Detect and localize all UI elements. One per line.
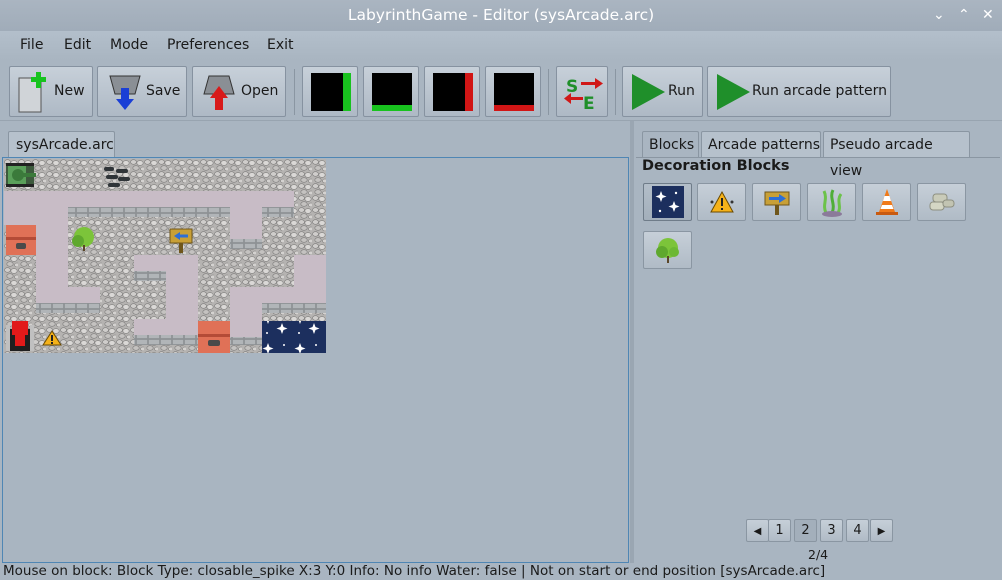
window-title: LabyrinthGame - Editor (sysArcade.arc)	[347, 6, 655, 24]
chevron-right-icon: ▶	[877, 526, 886, 537]
block-stones[interactable]	[917, 183, 966, 221]
run-arcade-pattern-button[interactable]: Run arcade pattern	[707, 66, 891, 117]
status-text: Mouse on block: Block Type: closable_spi…	[3, 563, 826, 579]
open-button-label: Open	[241, 83, 279, 99]
wall-bottom-green-button[interactable]	[363, 66, 419, 117]
wall-bottom-green-icon	[372, 73, 412, 111]
tab-arcade-patterns-label: Arcade patterns	[708, 137, 820, 153]
tab-sysarcade[interactable]: sysArcade.arc	[8, 131, 115, 158]
save-button-label: Save	[146, 83, 181, 99]
svg-text:E: E	[583, 94, 595, 114]
page-4-button[interactable]: 4	[846, 519, 869, 542]
block-arrow-signpost[interactable]	[752, 183, 801, 221]
run-arcade-pattern-label: Run arcade pattern	[752, 83, 887, 99]
page-next-button[interactable]: ▶	[870, 519, 893, 542]
page-3-button[interactable]: 3	[820, 519, 843, 542]
tab-arcade-patterns[interactable]: Arcade patterns	[701, 131, 821, 157]
block-bush[interactable]	[643, 231, 692, 269]
minimize-icon[interactable]: ⌄	[933, 0, 947, 31]
labyrinth-map[interactable]	[4, 159, 326, 353]
wall-bottom-red-button[interactable]	[485, 66, 541, 117]
play-icon	[632, 74, 665, 110]
open-button[interactable]: Open	[192, 66, 286, 117]
page-2-button[interactable]: 2	[794, 519, 817, 542]
menu-preferences[interactable]: Preferences	[167, 31, 249, 60]
level-editor-canvas[interactable]	[2, 157, 629, 563]
toolbar-separator	[548, 69, 549, 115]
play-icon	[717, 74, 750, 110]
tab-blocks-label: Blocks	[649, 137, 695, 153]
menu-file[interactable]: File	[20, 31, 43, 60]
wall-right-red-button[interactable]	[424, 66, 480, 117]
tab-label: sysArcade.arc	[16, 137, 114, 153]
page-indicator: 2/4	[808, 547, 829, 562]
menu-mode[interactable]: Mode	[110, 31, 148, 60]
svg-text:S: S	[566, 77, 578, 97]
page-1-button[interactable]: 1	[768, 519, 791, 542]
block-seaweed[interactable]	[807, 183, 856, 221]
tab-pseudo-arcade-view-label: Pseudo arcade view	[830, 137, 933, 179]
seaweed-icon	[822, 189, 843, 217]
warning-sign-icon	[710, 190, 734, 213]
chest-sprite	[198, 321, 230, 353]
chest-sprite	[6, 225, 36, 255]
toolbar: New Save Open S E Run Run arcade pattern	[0, 61, 1002, 121]
arrow-signpost-icon	[764, 191, 790, 215]
wall-right-red-icon	[433, 73, 473, 111]
run-button[interactable]: Run	[622, 66, 703, 117]
menubar: File Edit Mode Preferences Exit	[0, 31, 1002, 60]
panel-splitter[interactable]	[630, 121, 634, 563]
menu-exit[interactable]: Exit	[267, 31, 294, 60]
status-bar: Mouse on block: Block Type: closable_spi…	[0, 563, 1002, 580]
section-title: Decoration Blocks	[642, 158, 790, 174]
block-traffic-cone[interactable]	[862, 183, 911, 221]
wall-right-green-icon	[311, 73, 351, 111]
chevron-left-icon: ◀	[753, 526, 762, 537]
tab-blocks[interactable]: Blocks	[642, 131, 699, 157]
run-button-label: Run	[668, 83, 695, 99]
start-end-swap-icon: S E	[564, 77, 603, 114]
window-titlebar: LabyrinthGame - Editor (sysArcade.arc)	[0, 0, 1002, 31]
stars-tile-icon	[652, 186, 684, 218]
wall-right-green-button[interactable]	[302, 66, 358, 117]
block-stars-tile[interactable]	[643, 183, 692, 221]
menu-edit[interactable]: Edit	[64, 31, 91, 60]
save-button[interactable]: Save	[97, 66, 187, 117]
new-button-label: New	[54, 83, 85, 99]
close-icon[interactable]: ✕	[982, 0, 996, 31]
bush-icon	[656, 238, 679, 263]
save-icon	[109, 75, 141, 110]
tab-pseudo-arcade-view[interactable]: Pseudo arcade view	[823, 131, 970, 179]
tank-sprite	[6, 163, 36, 187]
toolbar-separator	[294, 69, 295, 115]
stars-tile-sprite	[262, 321, 326, 353]
maximize-icon[interactable]: ⌃	[958, 0, 972, 31]
stones-icon	[929, 193, 955, 211]
page-prev-button[interactable]: ◀	[746, 519, 769, 542]
toolbar-separator	[615, 69, 616, 115]
new-file-icon	[18, 72, 46, 113]
new-button[interactable]: New	[9, 66, 93, 117]
start-end-swap-button[interactable]: S E	[556, 66, 608, 117]
traffic-cone-icon	[876, 189, 898, 215]
block-warning-sign[interactable]	[697, 183, 746, 221]
wall-bottom-red-icon	[494, 73, 534, 111]
open-icon	[203, 75, 235, 110]
